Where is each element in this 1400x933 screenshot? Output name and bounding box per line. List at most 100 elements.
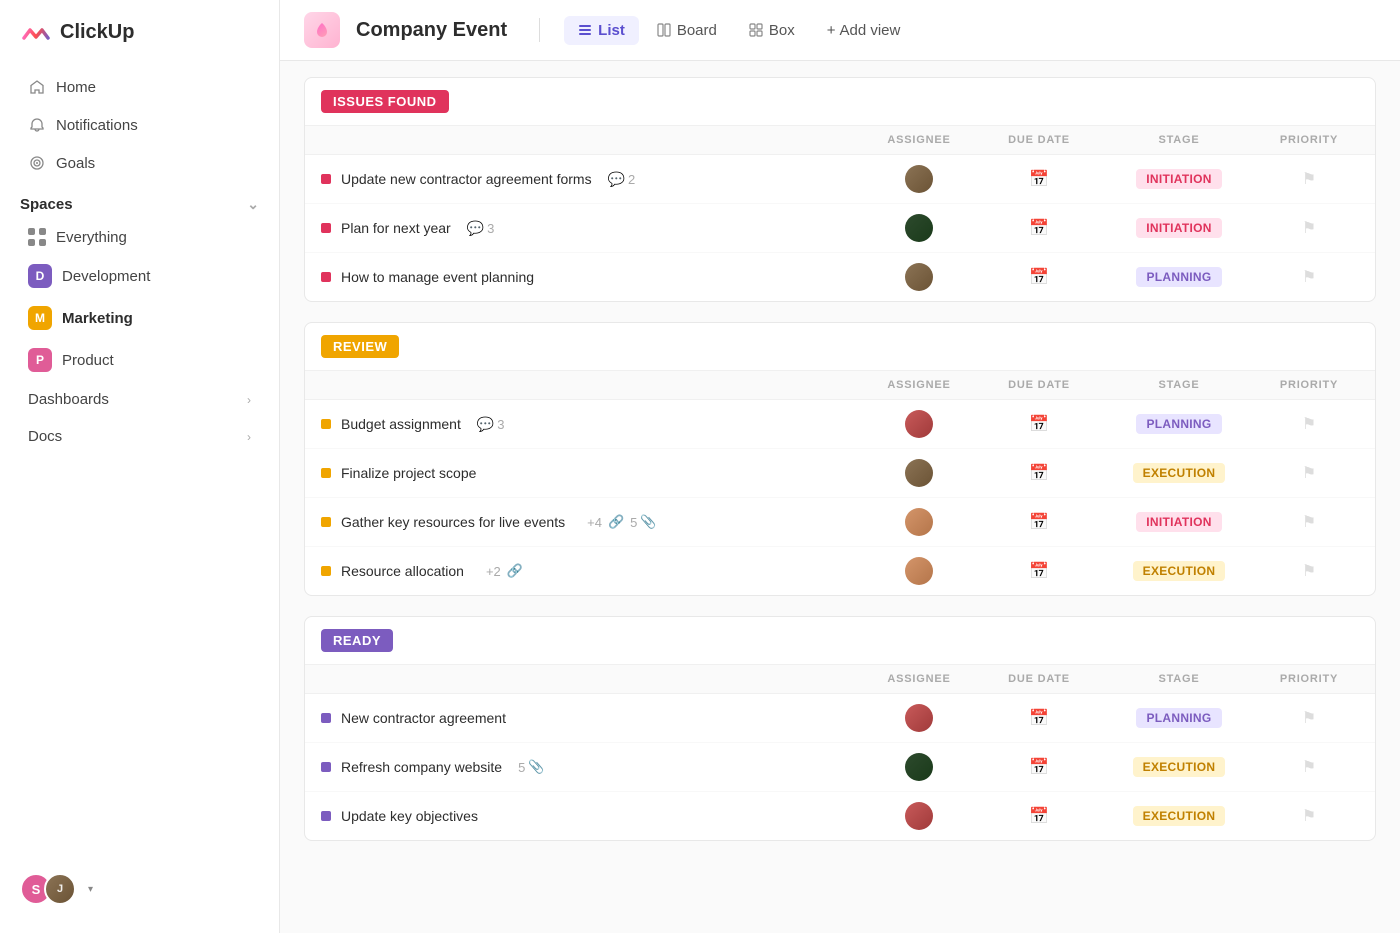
sidebar-item-product[interactable]: P Product bbox=[8, 339, 271, 381]
avatar[interactable] bbox=[905, 165, 933, 193]
priority-flag-icon[interactable]: ⚑ bbox=[1302, 512, 1316, 532]
group-issues: ISSUES FOUND ASSIGNEE DUE DATE STAGE PRI… bbox=[304, 77, 1376, 302]
calendar-icon[interactable]: 📅 bbox=[1029, 757, 1049, 777]
due-date-cell[interactable]: 📅 bbox=[979, 267, 1099, 287]
sidebar-item-goals[interactable]: Goals bbox=[8, 144, 271, 182]
group-header-review: REVIEW bbox=[305, 323, 1375, 371]
calendar-icon[interactable]: 📅 bbox=[1029, 169, 1049, 189]
product-label: Product bbox=[62, 352, 114, 369]
stage-badge[interactable]: INITIATION bbox=[1136, 218, 1221, 238]
avatar[interactable] bbox=[905, 410, 933, 438]
priority-flag-icon[interactable]: ⚑ bbox=[1302, 806, 1316, 826]
table-row[interactable]: Finalize project scope 📅 EXECUTION ⚑ bbox=[305, 449, 1375, 498]
spaces-chevron-icon[interactable]: ⌄ bbox=[247, 196, 259, 213]
stage-badge[interactable]: EXECUTION bbox=[1133, 806, 1226, 826]
calendar-icon[interactable]: 📅 bbox=[1029, 512, 1049, 532]
task-status-dot bbox=[321, 517, 331, 527]
stage-cell: PLANNING bbox=[1099, 414, 1259, 434]
stage-badge[interactable]: INITIATION bbox=[1136, 169, 1221, 189]
sidebar-item-dashboards[interactable]: Dashboards › bbox=[8, 381, 271, 418]
table-row[interactable]: Update new contractor agreement forms 💬 … bbox=[305, 155, 1375, 204]
table-row[interactable]: How to manage event planning 📅 PLANNING … bbox=[305, 253, 1375, 301]
stage-badge[interactable]: PLANNING bbox=[1136, 708, 1221, 728]
tab-list[interactable]: List bbox=[564, 16, 639, 45]
sidebar-item-marketing[interactable]: M Marketing bbox=[8, 297, 271, 339]
avatar[interactable] bbox=[905, 704, 933, 732]
priority-flag-icon[interactable]: ⚑ bbox=[1302, 561, 1316, 581]
priority-flag-icon[interactable]: ⚑ bbox=[1302, 708, 1316, 728]
sidebar-item-everything[interactable]: Everything bbox=[8, 219, 271, 255]
group-badge-issues[interactable]: ISSUES FOUND bbox=[321, 90, 449, 113]
assignee-cell bbox=[859, 214, 979, 242]
due-date-cell[interactable]: 📅 bbox=[979, 561, 1099, 581]
due-date-cell[interactable]: 📅 bbox=[979, 757, 1099, 777]
stage-badge[interactable]: EXECUTION bbox=[1133, 757, 1226, 777]
group-badge-ready[interactable]: READY bbox=[321, 629, 393, 652]
calendar-icon[interactable]: 📅 bbox=[1029, 561, 1049, 581]
due-date-cell[interactable]: 📅 bbox=[979, 218, 1099, 238]
calendar-icon[interactable]: 📅 bbox=[1029, 267, 1049, 287]
calendar-icon[interactable]: 📅 bbox=[1029, 218, 1049, 238]
avatar-initials bbox=[905, 459, 933, 487]
add-view-button[interactable]: + Add view bbox=[813, 16, 915, 45]
avatar[interactable] bbox=[905, 802, 933, 830]
stage-badge[interactable]: PLANNING bbox=[1136, 414, 1221, 434]
task-name: New contractor agreement bbox=[341, 710, 506, 726]
due-date-cell[interactable]: 📅 bbox=[979, 169, 1099, 189]
avatar[interactable] bbox=[905, 459, 933, 487]
table-row[interactable]: Gather key resources for live events +4 … bbox=[305, 498, 1375, 547]
board-view-icon bbox=[657, 23, 671, 37]
project-icon bbox=[304, 12, 340, 48]
stage-badge[interactable]: PLANNING bbox=[1136, 267, 1221, 287]
priority-flag-icon[interactable]: ⚑ bbox=[1302, 757, 1316, 777]
table-row[interactable]: Budget assignment 💬 3 📅 PLANNING ⚑ bbox=[305, 400, 1375, 449]
avatar-initials bbox=[905, 704, 933, 732]
avatar-group[interactable]: S J bbox=[20, 873, 76, 905]
avatar[interactable] bbox=[905, 263, 933, 291]
table-row[interactable]: Update key objectives 📅 EXECUTION ⚑ bbox=[305, 792, 1375, 840]
priority-flag-icon[interactable]: ⚑ bbox=[1302, 414, 1316, 434]
due-date-cell[interactable]: 📅 bbox=[979, 512, 1099, 532]
stage-badge[interactable]: INITIATION bbox=[1136, 512, 1221, 532]
stage-badge[interactable]: EXECUTION bbox=[1133, 561, 1226, 581]
calendar-icon[interactable]: 📅 bbox=[1029, 708, 1049, 728]
table-row[interactable]: Refresh company website 5 📎 📅 EXECUTION … bbox=[305, 743, 1375, 792]
tab-board[interactable]: Board bbox=[643, 16, 731, 45]
stage-badge[interactable]: EXECUTION bbox=[1133, 463, 1226, 483]
priority-cell: ⚑ bbox=[1259, 806, 1359, 826]
sidebar-item-development[interactable]: D Development bbox=[8, 255, 271, 297]
user-dropdown-icon[interactable]: ▾ bbox=[88, 884, 93, 895]
avatar[interactable] bbox=[905, 214, 933, 242]
table-row[interactable]: Plan for next year 💬 3 📅 INITIATION ⚑ bbox=[305, 204, 1375, 253]
priority-flag-icon[interactable]: ⚑ bbox=[1302, 463, 1316, 483]
avatar[interactable] bbox=[905, 753, 933, 781]
col-due-date: DUE DATE bbox=[979, 379, 1099, 391]
priority-flag-icon[interactable]: ⚑ bbox=[1302, 267, 1316, 287]
avatar[interactable] bbox=[905, 508, 933, 536]
table-row[interactable]: Resource allocation +2 🔗 📅 EXECUTION ⚑ bbox=[305, 547, 1375, 595]
col-stage: STAGE bbox=[1099, 673, 1259, 685]
tab-box[interactable]: Box bbox=[735, 16, 809, 45]
sidebar-item-home[interactable]: Home bbox=[8, 68, 271, 106]
due-date-cell[interactable]: 📅 bbox=[979, 414, 1099, 434]
task-name: Budget assignment bbox=[341, 416, 461, 432]
due-date-cell[interactable]: 📅 bbox=[979, 708, 1099, 728]
table-row[interactable]: New contractor agreement 📅 PLANNING ⚑ bbox=[305, 694, 1375, 743]
calendar-icon[interactable]: 📅 bbox=[1029, 806, 1049, 826]
attachment-number: 5 bbox=[518, 760, 525, 775]
due-date-cell[interactable]: 📅 bbox=[979, 806, 1099, 826]
avatar[interactable] bbox=[905, 557, 933, 585]
marketing-badge: M bbox=[28, 306, 52, 330]
calendar-icon[interactable]: 📅 bbox=[1029, 414, 1049, 434]
attachment-icon: 📎 bbox=[640, 514, 656, 530]
priority-flag-icon[interactable]: ⚑ bbox=[1302, 218, 1316, 238]
sidebar-item-notifications[interactable]: Notifications bbox=[8, 106, 271, 144]
group-badge-review[interactable]: REVIEW bbox=[321, 335, 399, 358]
task-name-cell: Update key objectives bbox=[321, 808, 859, 824]
priority-flag-icon[interactable]: ⚑ bbox=[1302, 169, 1316, 189]
sidebar-item-docs[interactable]: Docs › bbox=[8, 418, 271, 455]
calendar-icon[interactable]: 📅 bbox=[1029, 463, 1049, 483]
priority-cell: ⚑ bbox=[1259, 708, 1359, 728]
comment-number: 3 bbox=[497, 417, 504, 432]
due-date-cell[interactable]: 📅 bbox=[979, 463, 1099, 483]
